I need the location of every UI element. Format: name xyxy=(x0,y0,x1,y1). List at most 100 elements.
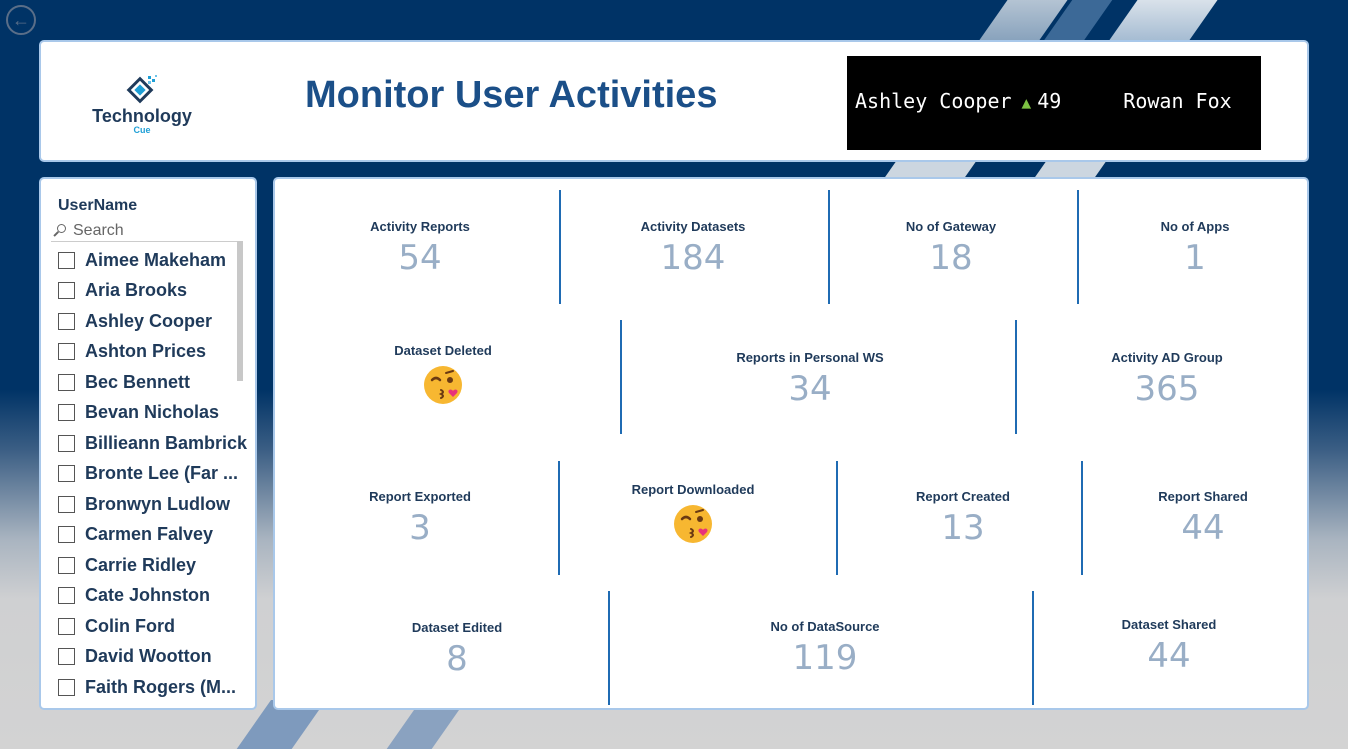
divider xyxy=(559,190,561,304)
kpi-activity-ad-group[interactable]: Activity AD Group 365 xyxy=(1067,350,1267,409)
divider xyxy=(558,461,560,575)
list-item[interactable]: Ashley Cooper xyxy=(58,306,248,337)
list-item[interactable]: Bronwyn Ludlow xyxy=(58,489,248,520)
kpi-no-of-apps[interactable]: No of Apps 1 xyxy=(1095,219,1295,278)
slicer-list: Aimee Makeham Aria Brooks Ashley Cooper … xyxy=(58,245,248,703)
checkbox[interactable] xyxy=(58,465,75,483)
arrow-left-icon: ← xyxy=(12,9,30,30)
kpi-report-shared[interactable]: Report Shared 44 xyxy=(1103,489,1303,548)
kpi-value: 54 xyxy=(398,238,442,278)
triangle-up-icon: ▲ xyxy=(1021,93,1032,112)
kpi-label: No of Apps xyxy=(1160,219,1230,234)
kpi-value: 1 xyxy=(1184,238,1206,278)
list-item-label: Ashley Cooper xyxy=(85,310,213,331)
divider xyxy=(1081,461,1083,575)
kpi-panel: Activity Reports 54 Activity Datasets 18… xyxy=(273,177,1309,710)
checkbox[interactable] xyxy=(58,343,75,361)
list-item[interactable]: Carrie Ridley xyxy=(58,550,248,581)
kpi-label: Report Downloaded xyxy=(631,482,755,497)
kpi-report-exported[interactable]: Report Exported 3 xyxy=(320,489,520,548)
kpi-report-downloaded[interactable]: Report Downloaded xyxy=(593,482,793,545)
kpi-label: Report Created xyxy=(916,489,1010,504)
checkbox[interactable] xyxy=(58,495,75,513)
kpi-value: 119 xyxy=(792,638,858,678)
kpi-value: 34 xyxy=(788,369,832,409)
list-item-label: Ashton Prices xyxy=(85,341,207,362)
list-item[interactable]: Aria Brooks xyxy=(58,276,248,307)
checkbox[interactable] xyxy=(58,617,75,635)
kpi-value: 44 xyxy=(1181,508,1225,548)
slicer-search xyxy=(51,220,241,242)
kpi-value: 44 xyxy=(1147,636,1191,676)
search-input[interactable] xyxy=(73,221,223,240)
kpi-value: 184 xyxy=(660,238,726,278)
list-item-label: Billieann Bambrick xyxy=(85,432,248,453)
list-item[interactable]: Bevan Nicholas xyxy=(58,398,248,429)
checkbox[interactable] xyxy=(58,434,75,452)
checkbox[interactable] xyxy=(58,404,75,422)
ticker-user-name: Rowan Fox xyxy=(1123,89,1232,113)
kpi-reports-personal-ws[interactable]: Reports in Personal WS 34 xyxy=(710,350,910,409)
search-icon xyxy=(51,222,69,240)
checkbox[interactable] xyxy=(58,373,75,391)
kpi-label: Activity Reports xyxy=(370,219,470,234)
list-item-label: Carrie Ridley xyxy=(85,554,197,575)
kissing-wink-emoji-icon xyxy=(424,366,462,404)
checkbox[interactable] xyxy=(58,526,75,544)
list-item[interactable]: Colin Ford xyxy=(58,611,248,642)
checkbox[interactable] xyxy=(58,312,75,330)
list-item-label: Bevan Nicholas xyxy=(85,402,220,423)
list-item[interactable]: Billieann Bambrick xyxy=(58,428,248,459)
kpi-value: 13 xyxy=(941,508,985,548)
page-title: Monitor User Activities xyxy=(305,74,718,116)
checkbox[interactable] xyxy=(58,678,75,696)
list-item-label: Aria Brooks xyxy=(85,280,188,301)
list-item[interactable]: Bec Bennett xyxy=(58,367,248,398)
ticker-user-name: Ashley Cooper xyxy=(855,89,1012,113)
kpi-label: Dataset Shared xyxy=(1121,617,1217,632)
kpi-activity-reports[interactable]: Activity Reports 54 xyxy=(320,219,520,278)
checkbox[interactable] xyxy=(58,648,75,666)
list-item-label: Bronwyn Ludlow xyxy=(85,493,230,514)
divider xyxy=(1015,320,1017,434)
divider xyxy=(836,461,838,575)
divider xyxy=(828,190,830,304)
list-item[interactable]: Cate Johnston xyxy=(58,581,248,612)
kpi-no-of-gateway[interactable]: No of Gateway 18 xyxy=(851,219,1051,278)
divider xyxy=(620,320,622,434)
ticker-user-value: 49 xyxy=(1037,89,1062,113)
kpi-dataset-shared[interactable]: Dataset Shared 44 xyxy=(1069,617,1269,676)
kpi-activity-datasets[interactable]: Activity Datasets 184 xyxy=(593,219,793,278)
list-item-label: Carmen Falvey xyxy=(85,524,214,545)
kpi-label: Activity AD Group xyxy=(1111,350,1223,365)
kpi-label: Report Shared xyxy=(1158,489,1248,504)
divider xyxy=(608,591,610,705)
list-item[interactable]: Carmen Falvey xyxy=(58,520,248,551)
company-logo: Technology Cue xyxy=(87,74,197,135)
logo-text: Technology xyxy=(92,106,192,126)
kpi-report-created[interactable]: Report Created 13 xyxy=(863,489,1063,548)
kpi-no-of-datasource[interactable]: No of DataSource 119 xyxy=(725,619,925,678)
back-button[interactable]: ← xyxy=(6,5,36,35)
kpi-label: Report Exported xyxy=(369,489,471,504)
kpi-label: No of DataSource xyxy=(770,619,880,634)
kpi-label: Dataset Edited xyxy=(411,620,503,635)
list-item[interactable]: Faith Rogers (M... xyxy=(58,672,248,703)
checkbox[interactable] xyxy=(58,251,75,269)
list-item[interactable]: Ashton Prices xyxy=(58,337,248,368)
kpi-dataset-deleted[interactable]: Dataset Deleted xyxy=(343,343,543,406)
logo-diamond-icon xyxy=(126,75,157,104)
list-item-label: Bronte Lee (Far ... xyxy=(85,463,239,484)
list-item[interactable]: Bronte Lee (Far ... xyxy=(58,459,248,490)
list-item-label: Colin Ford xyxy=(85,615,175,636)
user-ticker: Ashley Cooper ▲ 49 Rowan Fox xyxy=(847,56,1261,150)
checkbox[interactable] xyxy=(58,282,75,300)
kpi-dataset-edited[interactable]: Dataset Edited 8 xyxy=(357,620,557,679)
checkbox[interactable] xyxy=(58,556,75,574)
list-item[interactable]: David Wootton xyxy=(58,642,248,673)
kpi-label: Activity Datasets xyxy=(640,219,746,234)
checkbox[interactable] xyxy=(58,587,75,605)
divider xyxy=(1077,190,1079,304)
list-item[interactable]: Aimee Makeham xyxy=(58,245,248,276)
username-slicer: UserName Aimee Makeham Aria Brooks Ashle… xyxy=(39,177,257,710)
